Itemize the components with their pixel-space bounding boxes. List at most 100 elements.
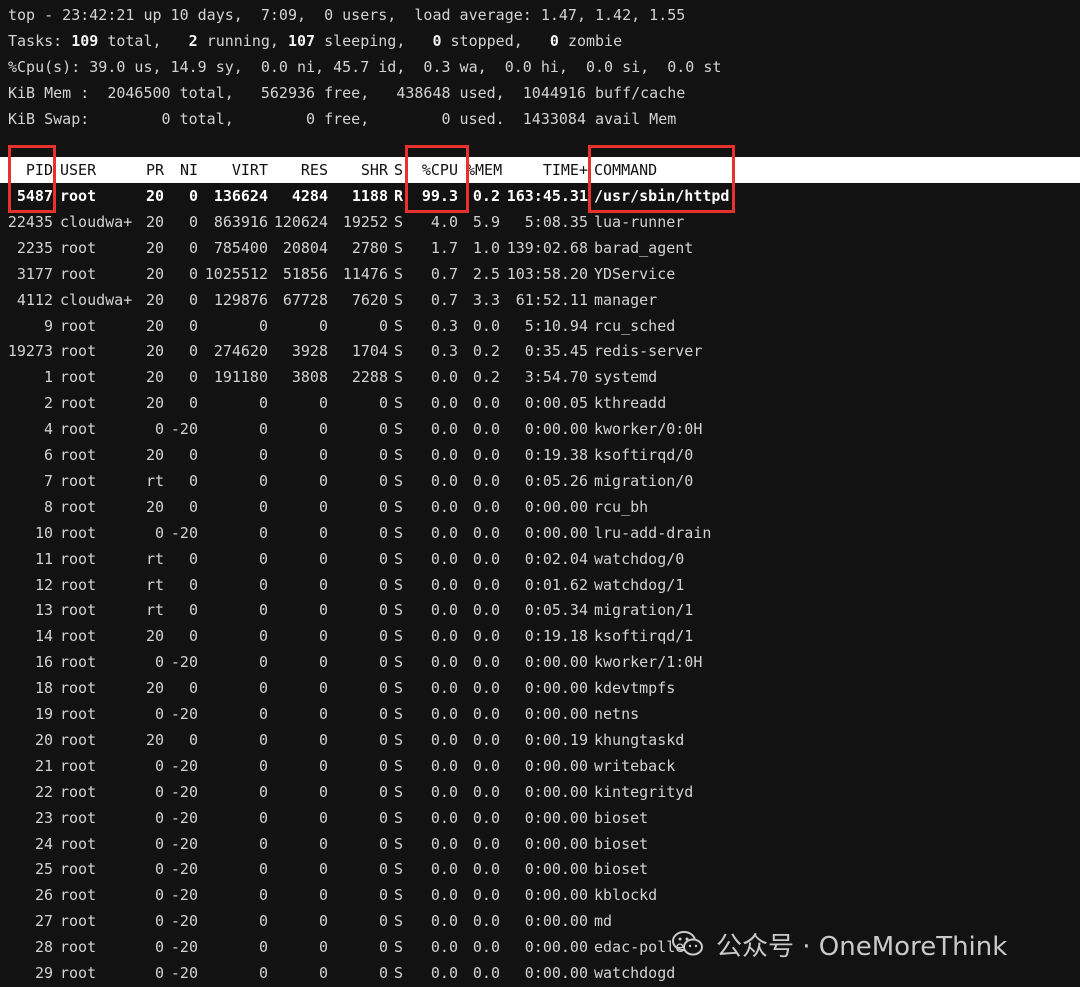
cell-cpu: 0.3 (430, 316, 458, 335)
cell-command: manager (594, 290, 658, 309)
cell-state: S (394, 264, 404, 283)
cell-cpu: 0.3 (430, 342, 458, 361)
process-row[interactable]: 4 root 0 -20 0 0 0 S 0.0 0.0 0:00.00 kworker/0:0H (0, 416, 1080, 442)
pid-highlight-box (8, 145, 56, 213)
col-pr[interactable]: PR (130, 157, 164, 183)
cell-shr: 19252 (342, 212, 388, 231)
cell-cpu: 0.0 (430, 523, 458, 542)
cell-pr: 20 (145, 187, 164, 205)
cell-pid: 9 (43, 316, 53, 335)
process-row[interactable]: 13 root rt 0 0 0 0 S 0.0 0.0 0:05.34 migration/1 (0, 597, 1080, 623)
tasks-stopped-label: stopped, (450, 32, 523, 50)
process-row[interactable]: 18 root 20 0 0 0 0 S 0.0 0.0 0:00.00 kdevtmpfs (0, 675, 1080, 701)
process-row[interactable]: 2235 root 20 0 785400 20804 2780 S 1.7 1.0 139:02.… (0, 235, 1080, 261)
col-res[interactable]: RES (268, 157, 328, 183)
process-row[interactable]: 19273 root 20 0 274620 3928 1704 S 0.3 0.2 0:35.45… (0, 338, 1080, 364)
cell-user: root (60, 446, 97, 464)
cell-shr: 0 (378, 705, 388, 723)
process-row[interactable]: 10 root 0 -20 0 0 0 S 0.0 0.0 0:00.00 lru-add-drain (0, 520, 1080, 546)
cell-shr: 0 (378, 834, 388, 853)
cell-user: root (60, 834, 97, 853)
process-row[interactable]: 7 root rt 0 0 0 0 S 0.0 0.0 0:05.26 migration/0 (0, 468, 1080, 494)
process-row[interactable]: 22 root 0 -20 0 0 0 S 0.0 0.0 0:00.00 kintegrityd (0, 779, 1080, 805)
cell-state: S (394, 756, 404, 775)
process-row[interactable]: 23 root 0 -20 0 0 0 S 0.0 0.0 0:00.00 bioset (0, 805, 1080, 831)
process-row[interactable]: 14 root 20 0 0 0 0 S 0.0 0.0 0:19.18 ksoftirqd/1 (0, 623, 1080, 649)
cell-ni: 0 (188, 368, 198, 387)
cell-command: kworker/0:0H (594, 420, 703, 439)
cell-res: 0 (318, 679, 328, 698)
col-shr[interactable]: SHR (328, 157, 388, 183)
cell-pr: 20 (145, 446, 164, 464)
cell-user: root (60, 679, 97, 698)
cell-ni: -20 (170, 834, 198, 853)
cell-pid: 2 (43, 394, 53, 413)
cell-ni: 0 (188, 549, 198, 568)
cell-pid: 2235 (16, 238, 53, 257)
process-row[interactable]: 8 root 20 0 0 0 0 S 0.0 0.0 0:00.00 rcu_bh (0, 494, 1080, 520)
cell-state: S (394, 627, 404, 646)
cell-virt: 0 (258, 834, 268, 853)
cell-pr: 20 (145, 730, 164, 749)
process-row[interactable]: 25 root 0 -20 0 0 0 S 0.0 0.0 0:00.00 bioset (0, 856, 1080, 882)
cell-mem: 0.0 (472, 912, 500, 931)
cell-res: 0 (318, 653, 328, 672)
cell-res: 3808 (291, 368, 328, 387)
process-row[interactable]: 26 root 0 -20 0 0 0 S 0.0 0.0 0:00.00 kblockd (0, 882, 1080, 908)
cell-res: 0 (318, 756, 328, 775)
cell-ni: 0 (188, 575, 198, 594)
cell-shr: 0 (378, 627, 388, 646)
process-row[interactable]: 12 root rt 0 0 0 0 S 0.0 0.0 0:01.62 watchdog/1 (0, 572, 1080, 598)
cell-mem: 3.3 (472, 290, 500, 309)
cell-time: 0:00.00 (524, 782, 588, 801)
cell-res: 0 (318, 316, 328, 335)
cell-shr: 0 (378, 964, 388, 982)
cell-command: bioset (594, 834, 649, 853)
cell-cpu: 0.0 (430, 471, 458, 490)
cell-virt: 274620 (213, 342, 268, 361)
process-row[interactable]: 11 root rt 0 0 0 0 S 0.0 0.0 0:02.04 watchdog/0 (0, 546, 1080, 572)
cell-user: root (60, 705, 97, 723)
process-row[interactable]: 24 root 0 -20 0 0 0 S 0.0 0.0 0:00.00 bioset (0, 831, 1080, 857)
process-row[interactable]: 1 root 20 0 191180 3808 2288 S 0.0 0.2 3:54.70 syst… (0, 364, 1080, 390)
cell-command: rcu_sched (594, 316, 676, 335)
command-highlight-box (588, 145, 735, 213)
process-row[interactable]: 22435 cloudwa+ 20 0 863916 120624 19252 S 4.0 5.9… (0, 209, 1080, 235)
col-user[interactable]: USER (60, 157, 140, 183)
cell-mem: 0.0 (472, 679, 500, 698)
cell-state: S (394, 886, 404, 905)
process-row[interactable]: 2 root 20 0 0 0 0 S 0.0 0.0 0:00.05 kthreadd (0, 390, 1080, 416)
cell-shr: 0 (378, 575, 388, 594)
cell-command: bioset (594, 860, 649, 879)
cell-time: 0:00.00 (524, 756, 588, 775)
cell-shr: 0 (378, 446, 388, 464)
cell-command: netns (594, 705, 640, 723)
process-row[interactable]: 3177 root 20 0 1025512 51856 11476 S 0.7 2.5 103:5… (0, 261, 1080, 287)
cell-pid: 19 (34, 705, 53, 723)
cell-virt: 0 (258, 316, 268, 335)
process-row[interactable]: 20 root 20 0 0 0 0 S 0.0 0.0 0:00.19 khungtaskd (0, 727, 1080, 753)
cell-res: 3928 (291, 342, 328, 361)
terminal-window[interactable]: top - 23:42:21 up 10 days, 7:09, 0 users… (0, 0, 1080, 987)
col-time[interactable]: TIME+ (500, 157, 588, 183)
cell-ni: -20 (170, 756, 198, 775)
process-row[interactable]: 9 root 20 0 0 0 0 S 0.3 0.0 5:10.94 rcu_sched (0, 313, 1080, 339)
cell-virt: 0 (258, 549, 268, 568)
cell-pr: rt (145, 549, 164, 568)
col-virt[interactable]: VIRT (200, 157, 268, 183)
cell-mem: 0.0 (472, 964, 500, 982)
process-row[interactable]: 21 root 0 -20 0 0 0 S 0.0 0.0 0:00.00 writeback (0, 753, 1080, 779)
cell-pid: 12 (34, 575, 53, 594)
process-row[interactable]: 4112 cloudwa+ 20 0 129876 67728 7620 S 0.7 3.3 61:… (0, 287, 1080, 313)
cell-cpu: 0.0 (430, 420, 458, 439)
cell-user: cloudwa+ (60, 290, 133, 309)
col-ni[interactable]: NI (166, 157, 198, 183)
process-row[interactable]: 6 root 20 0 0 0 0 S 0.0 0.0 0:19.38 ksoftirqd/0 (0, 442, 1080, 468)
process-row[interactable]: 19 root 0 -20 0 0 0 S 0.0 0.0 0:00.00 netns (0, 701, 1080, 727)
process-row[interactable]: 16 root 0 -20 0 0 0 S 0.0 0.0 0:00.00 kworker/1:0H (0, 649, 1080, 675)
cell-command: watchdog/0 (594, 549, 685, 568)
cell-mem: 0.2 (472, 342, 500, 361)
cell-shr: 0 (378, 497, 388, 516)
process-row[interactable]: 5487 root 20 0 136624 4284 1188 R 99.3 0.2 163:45.… (0, 183, 1080, 209)
cell-mem: 0.0 (472, 653, 500, 672)
